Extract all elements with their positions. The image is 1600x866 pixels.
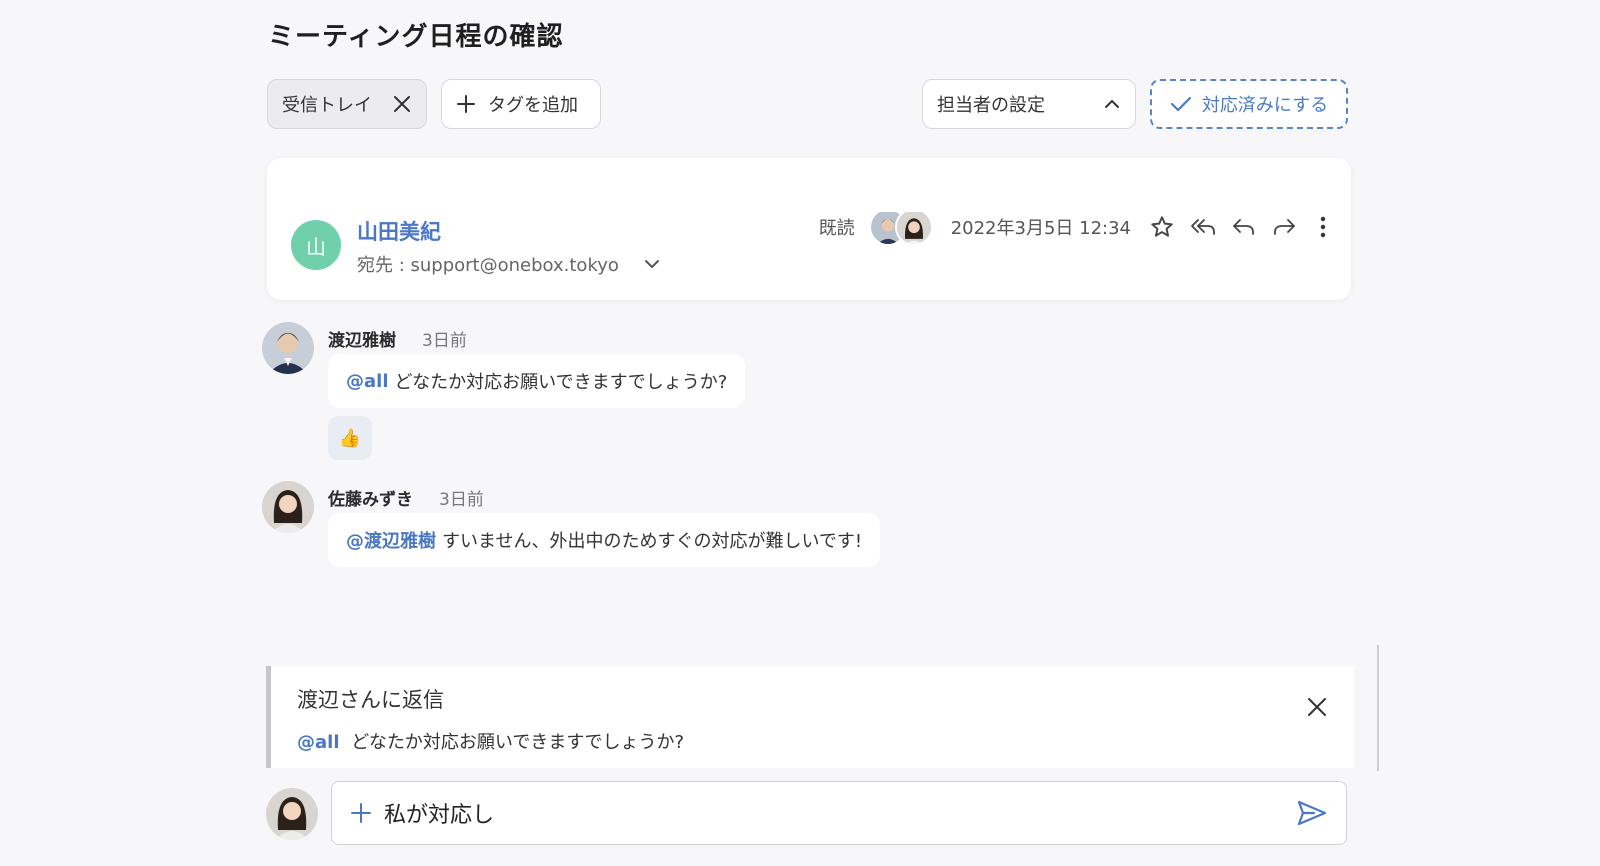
comment-text: どなたか対応お願いできますでしょうか? [394,372,728,393]
comment-author: 渡辺雅樹 [328,331,396,351]
comment-time: 3日前 [422,331,467,351]
add-tag-button[interactable]: タグを追加 [441,79,601,129]
comment-header: 渡辺雅樹 3日前 [328,326,467,351]
inbox-tag-chip: 受信トレイ [267,79,427,129]
comment-bubble: @all どなたか対応お願いできますでしょうか? [328,354,746,408]
reply-icon[interactable] [1231,215,1257,239]
add-tag-label: タグを追加 [488,95,578,116]
check-icon [1170,95,1192,113]
recipient-line: 宛先 : support@onebox.tokyo [357,251,661,277]
assignee-label: 担当者の設定 [937,95,1045,116]
message-composer [331,781,1347,845]
assignee-dropdown[interactable]: 担当者の設定 [922,79,1136,129]
ticket-page: ミーティング日程の確認 受信トレイ タグを追加 担当者の設定 対応済みにする 山… [0,0,1600,866]
reply-quote: @all どなたか対応お願いできますでしょうか? [297,728,684,754]
recipient-text: 宛先 : support@onebox.tokyo [357,255,619,276]
mark-resolved-label: 対応済みにする [1201,95,1329,116]
close-icon[interactable] [1306,696,1328,718]
star-icon[interactable] [1149,214,1175,240]
comment-time: 3日前 [439,490,484,510]
comment-text: すいません、外出中のためすぐの対応が難しいです! [442,531,863,552]
sender-name[interactable]: 山田美紀 [357,216,441,246]
chevron-down-icon[interactable] [643,255,661,273]
mention-link[interactable]: @渡辺雅樹 [346,527,436,553]
comment-bubble: @渡辺雅樹 すいません、外出中のためすぐの対応が難しいです! [328,513,881,567]
read-by-avatars [868,208,933,246]
reply-quote-text: どなたか対応お願いできますでしょうか? [351,732,685,753]
message-input[interactable] [384,800,1296,826]
tag-label: 受信トレイ [282,95,372,116]
more-options-icon[interactable] [1319,215,1327,239]
mark-resolved-button[interactable]: 対応済みにする [1150,79,1348,129]
mention-link[interactable]: @all [346,371,389,392]
avatar [266,788,318,840]
avatar[interactable] [262,322,314,374]
forward-icon[interactable] [1271,215,1297,239]
mail-meta: 既読 2022年3月5日 12:34 [819,206,1327,248]
comment-author: 佐藤みずき [328,490,413,510]
comment-header: 佐藤みずき 3日前 [328,485,484,510]
reply-target-title: 渡辺さんに返信 [297,688,444,712]
avatar[interactable] [262,481,314,533]
reply-all-icon[interactable] [1189,215,1217,239]
mail-actions [1149,214,1327,240]
close-icon[interactable] [392,94,412,114]
plus-icon [456,94,476,114]
mail-header-card: 山 山田美紀 宛先 : support@onebox.tokyo 既読 2022… [267,158,1351,300]
reaction-button[interactable]: 👍 [328,416,372,460]
plus-icon[interactable] [350,802,372,824]
send-icon[interactable] [1296,799,1328,827]
reply-preview: 渡辺さんに返信 @all どなたか対応お願いできますでしょうか? [266,666,1354,768]
avatar[interactable] [894,208,933,246]
read-status: 既読 [818,218,855,239]
chevron-up-icon [1103,95,1121,113]
sender-avatar: 山 [291,220,341,270]
thumbs-up-icon: 👍 [338,427,362,449]
page-title: ミーティング日程の確認 [268,22,564,52]
scrollbar[interactable] [1377,645,1379,771]
mention-link[interactable]: @all [297,732,340,753]
mail-timestamp: 2022年3月5日 12:34 [950,218,1131,239]
